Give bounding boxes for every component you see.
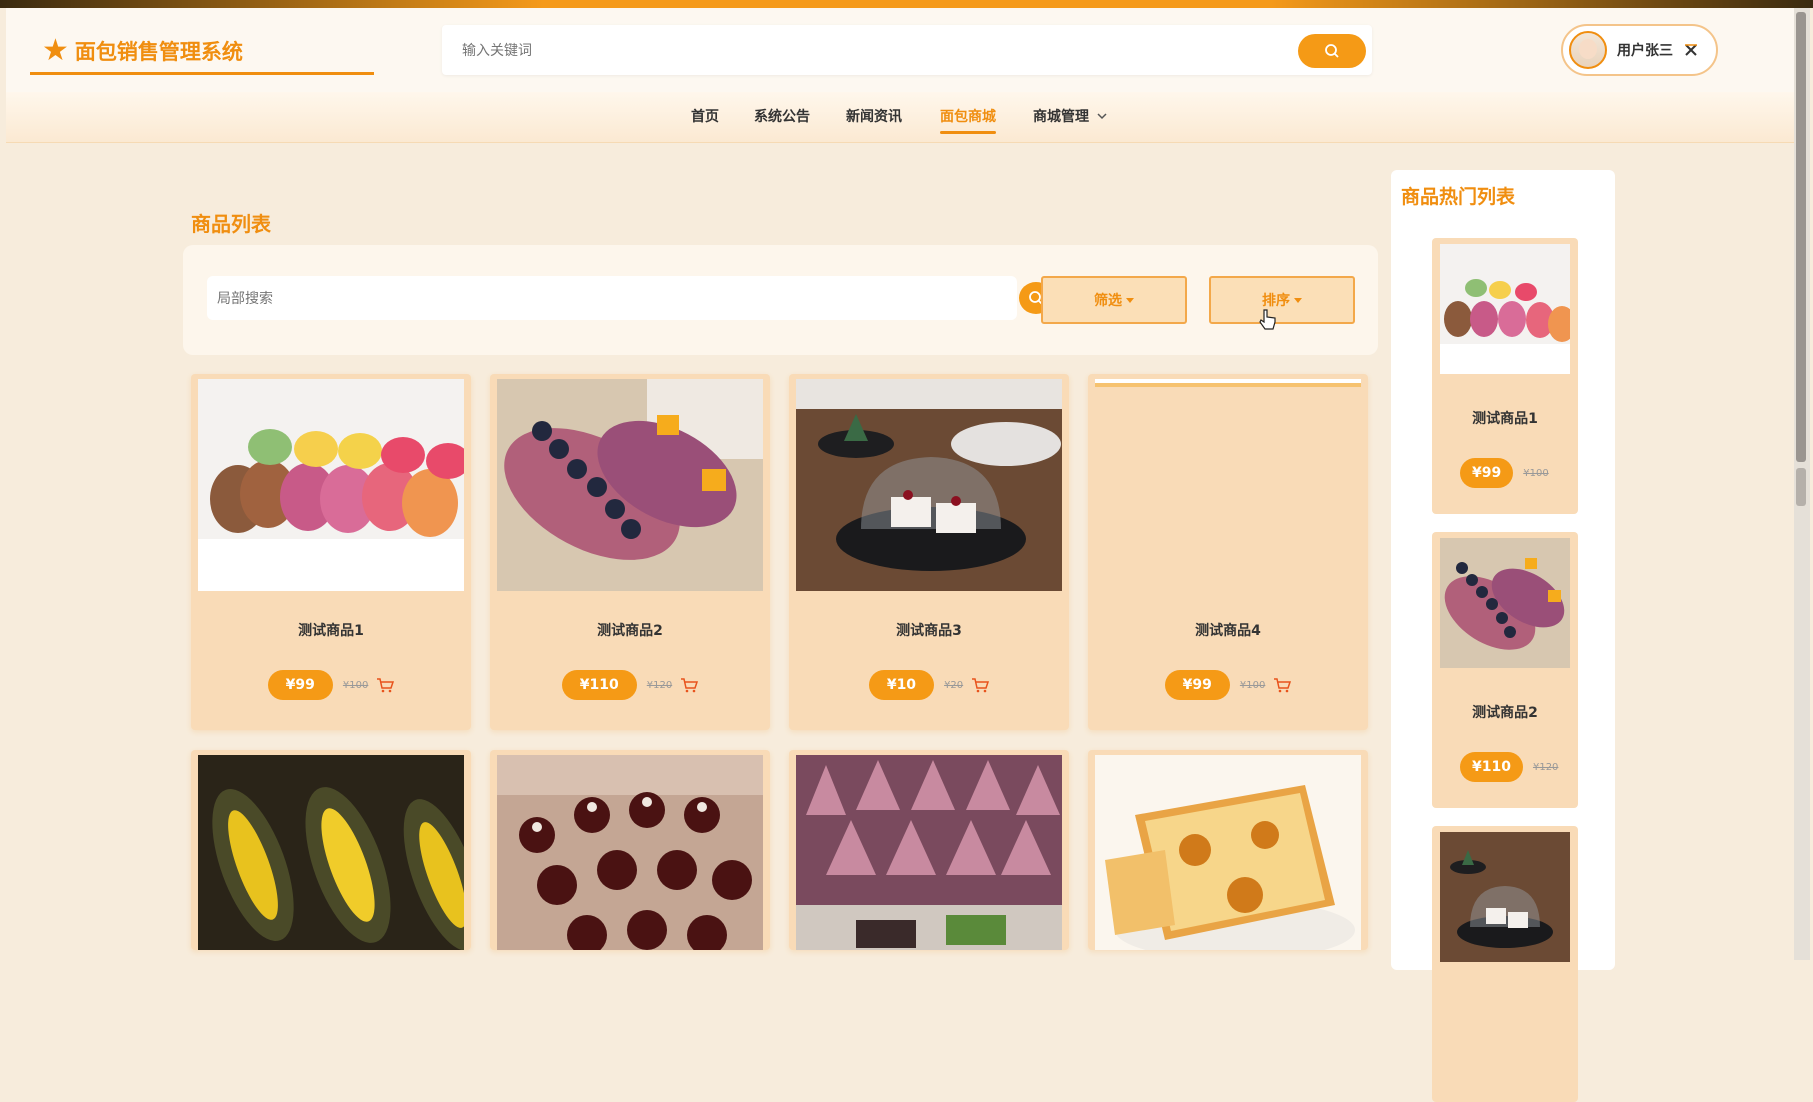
- price-row: ¥99 ¥100: [191, 670, 471, 700]
- product-old-price: ¥20: [944, 679, 964, 691]
- top-search-bar: [442, 25, 1372, 75]
- local-search-input[interactable]: [215, 286, 939, 312]
- hand-cursor-icon: [1259, 309, 1276, 330]
- product-image-macaron[interactable]: [198, 379, 464, 591]
- product-image-blueberry-roll[interactable]: [497, 379, 763, 591]
- product-price: ¥10: [868, 670, 935, 700]
- product-image-toast[interactable]: [1095, 755, 1361, 950]
- product-card[interactable]: 测试商品2 ¥110 ¥120: [490, 374, 770, 730]
- product-card[interactable]: [789, 750, 1069, 950]
- nav-item-bread-mall[interactable]: 面包商城: [940, 106, 996, 134]
- price-row: ¥110 ¥120: [490, 670, 770, 700]
- product-card[interactable]: [490, 750, 770, 950]
- product-card[interactable]: [191, 750, 471, 950]
- hot-product-image-blueberry-roll[interactable]: [1440, 538, 1570, 668]
- product-price: ¥99: [1164, 670, 1230, 700]
- hot-product-name[interactable]: 测试商品1: [1432, 408, 1578, 428]
- product-image-pink-cones[interactable]: [796, 755, 1062, 950]
- scrollbar-thumb[interactable]: [1796, 12, 1806, 462]
- top-search-input[interactable]: [460, 37, 1264, 65]
- hot-product-name[interactable]: 测试商品2: [1432, 702, 1578, 722]
- top-search-button[interactable]: [1298, 34, 1366, 68]
- product-old-price: ¥100: [1239, 679, 1266, 691]
- price-row: ¥99 ¥100: [1088, 670, 1368, 700]
- nav-item-announcements[interactable]: 系统公告: [754, 106, 810, 126]
- cart-icon[interactable]: [680, 677, 699, 693]
- hot-product-image-cake-dome[interactable]: [1440, 832, 1570, 962]
- section-title: 商品列表: [191, 212, 271, 236]
- sort-dropdown-button[interactable]: 排序: [1209, 276, 1355, 324]
- product-price: ¥110: [561, 670, 637, 700]
- brand-title: 面包销售管理系统: [74, 40, 243, 64]
- product-card[interactable]: 测试商品4 ¥99 ¥100: [1088, 374, 1368, 730]
- product-price: ¥99: [1460, 458, 1514, 488]
- product-image-placeholder[interactable]: [1095, 379, 1361, 591]
- product-card[interactable]: 测试商品3 ¥10 ¥20: [789, 374, 1069, 730]
- price-row: ¥99 ¥100: [1460, 458, 1549, 488]
- product-price: ¥110: [1460, 752, 1523, 782]
- caret-down-icon: [1294, 297, 1302, 303]
- price-row: ¥10 ¥20: [789, 670, 1069, 700]
- product-old-price: ¥100: [1523, 467, 1549, 479]
- nav-item-label: 商城管理: [1033, 109, 1089, 125]
- product-image-durian-bread[interactable]: [198, 755, 464, 950]
- product-name[interactable]: 测试商品4: [1088, 620, 1368, 640]
- window-top-band: [0, 0, 1813, 8]
- hot-product-image-macaron[interactable]: [1440, 244, 1570, 374]
- hot-product-card[interactable]: 测试商品2 ¥110 ¥120: [1432, 532, 1578, 808]
- filter-panel: 筛选 排序: [183, 245, 1378, 355]
- search-icon: [1325, 44, 1339, 58]
- product-name[interactable]: 测试商品2: [490, 620, 770, 640]
- main-nav: 首页 系统公告 新闻资讯 面包商城 商城管理: [6, 92, 1802, 143]
- product-card[interactable]: 测试商品1 ¥99 ¥100: [191, 374, 471, 730]
- cart-icon[interactable]: [971, 677, 990, 693]
- nav-item-home[interactable]: 首页: [691, 106, 719, 126]
- chevron-down-icon: [1097, 113, 1107, 120]
- filter-dropdown-button[interactable]: 筛选: [1041, 276, 1187, 324]
- product-old-price: ¥100: [342, 679, 369, 691]
- product-price: ¥99: [267, 670, 333, 700]
- nav-item-news[interactable]: 新闻资讯: [846, 106, 902, 126]
- product-old-price: ¥120: [1532, 761, 1559, 773]
- nav-item-mall-management[interactable]: 商城管理: [1033, 106, 1109, 126]
- caret-down-icon: [1126, 297, 1134, 303]
- scrollbar-thumb-secondary[interactable]: [1796, 468, 1806, 506]
- product-name[interactable]: 测试商品1: [191, 620, 471, 640]
- user-menu[interactable]: 用户张三: [1561, 24, 1718, 76]
- header: ★ 面包销售管理系统 用户张三: [6, 8, 1802, 92]
- hot-products-title: 商品热门列表: [1401, 186, 1516, 208]
- brand-logo[interactable]: ★ 面包销售管理系统: [30, 30, 374, 75]
- scrollbar[interactable]: [1794, 8, 1810, 960]
- local-search: [207, 276, 1053, 320]
- cart-icon[interactable]: [1273, 677, 1292, 693]
- hot-product-card[interactable]: [1432, 826, 1578, 1102]
- cart-icon[interactable]: [376, 677, 395, 693]
- hot-product-card[interactable]: 测试商品1 ¥99 ¥100: [1432, 238, 1578, 514]
- filter-label: 筛选: [1094, 293, 1122, 309]
- product-card[interactable]: [1088, 750, 1368, 950]
- sort-label: 排序: [1262, 293, 1290, 309]
- product-name[interactable]: 测试商品3: [789, 620, 1069, 640]
- product-image-cake-dome[interactable]: [796, 379, 1062, 591]
- hot-products-panel: 商品热门列表 测试商品1 ¥99 ¥100 测试商品2 ¥110 ¥120: [1391, 170, 1615, 1102]
- avatar: [1569, 31, 1607, 69]
- close-icon[interactable]: [1683, 42, 1699, 58]
- star-icon: ★: [42, 33, 69, 68]
- user-name: 用户张三: [1617, 43, 1673, 59]
- price-row: ¥110 ¥120: [1460, 752, 1558, 782]
- product-old-price: ¥120: [646, 679, 673, 691]
- product-image-chocolate-canele[interactable]: [497, 755, 763, 950]
